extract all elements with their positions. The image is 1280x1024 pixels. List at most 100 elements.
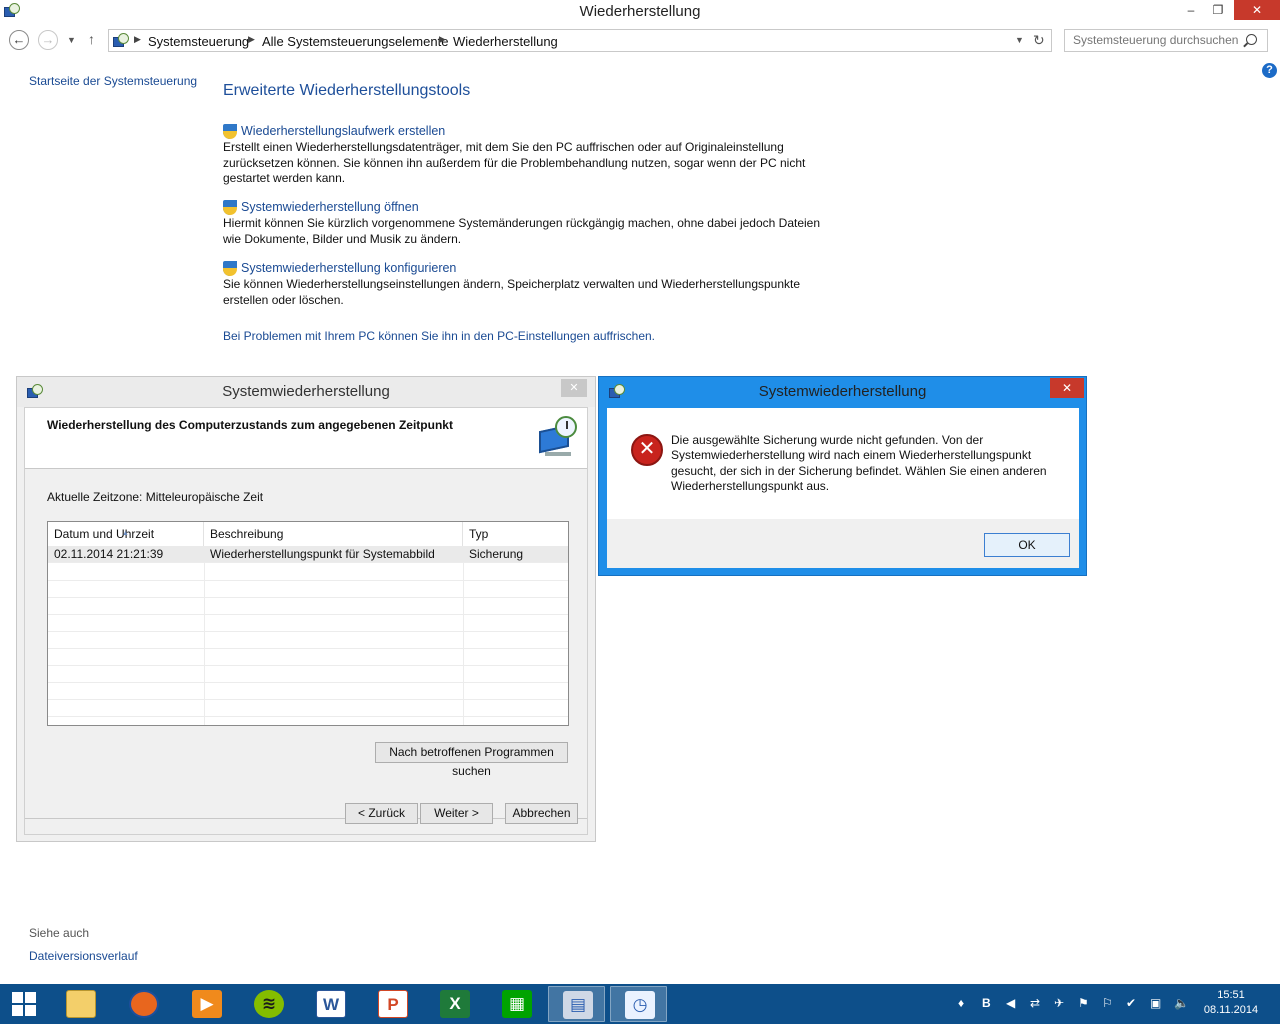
empty-table-row [48, 666, 568, 683]
windows-start-icon[interactable] [0, 984, 48, 1024]
configure-system-restore-description: Sie können Wiederherstellungseinstellung… [223, 277, 801, 307]
spotify-icon[interactable]: ≋ [240, 986, 297, 1022]
sort-ascending-icon: ▲ [122, 530, 129, 537]
empty-table-row [48, 615, 568, 632]
error-dialog-footer: OK [607, 519, 1079, 568]
tray-airplane-icon[interactable]: ✈ [1054, 996, 1064, 1010]
clock-time: 15:51 [1217, 989, 1245, 1001]
create-recovery-drive-link[interactable]: Wiederherstellungslaufwerk erstellen [241, 124, 445, 138]
tray-teamviewer-icon[interactable]: ⇄ [1030, 996, 1040, 1010]
empty-table-row [48, 632, 568, 649]
search-box [1064, 29, 1268, 52]
word-icon[interactable]: W [302, 986, 359, 1022]
uac-shield-icon [223, 200, 237, 215]
control-panel-icon [113, 33, 129, 49]
media-player-icon[interactable]: ▶ [178, 986, 235, 1022]
taskbar: ▶ ≋ W P X ▦ ▤ ◷ ♦ B ◀ ⇄ ✈ ⚑ ⚐ ✔ ▣ 🔈 15:5… [0, 984, 1280, 1024]
refresh-icon[interactable]: ↻ [1033, 32, 1045, 49]
excel-icon[interactable]: X [426, 986, 483, 1022]
breadcrumb-all-items[interactable]: Alle Systemsteuerungselemente [262, 34, 448, 49]
back-button[interactable]: < Zurück [345, 803, 418, 824]
clock-date: 08.11.2014 [1203, 1004, 1259, 1016]
restore-points-table: Datum und Uhrzeit ▲ Beschreibung Typ 02.1… [47, 521, 569, 726]
next-button[interactable]: Weiter > [420, 803, 493, 824]
tray-flag-color-icon[interactable]: ⚑ [1078, 996, 1089, 1010]
timezone-label: Aktuelle Zeitzone: Mitteleuropäische Zei… [47, 490, 264, 504]
error-dialog-title: Systemwiederherstellung [758, 383, 927, 400]
taskbar-clock[interactable]: 15:51 08.11.2014 [1196, 988, 1266, 1018]
search-input[interactable] [1073, 33, 1243, 47]
minimize-button[interactable]: – [1180, 0, 1202, 20]
dialog-heading: Wiederherstellung des Computerzustands z… [47, 418, 453, 432]
tray-app-icon[interactable]: ♦ [958, 996, 964, 1010]
row-description: Wiederherstellungspunkt für Systemabbild [210, 547, 435, 561]
dialog-title-bar: Systemwiederherstellung ✕ [17, 377, 595, 407]
network-icon[interactable]: ▣ [1150, 996, 1161, 1010]
close-button[interactable]: ✕ [1234, 0, 1280, 20]
window-title: Wiederherstellung [579, 3, 701, 20]
create-recovery-drive-description: Erstellt einen Wiederherstellungsdatentr… [223, 140, 806, 185]
empty-table-row [48, 598, 568, 615]
empty-table-row [48, 564, 568, 581]
open-system-restore-description: Hiermit können Sie kürzlich vorgenommene… [223, 216, 821, 246]
powerpoint-icon[interactable]: P [364, 986, 421, 1022]
address-bar[interactable]: ▶ Systemsteuerung ▶ Alle Systemsteuerung… [108, 29, 1052, 52]
action-center-flag-icon[interactable]: ⚐ [1102, 996, 1113, 1010]
refresh-pc-link[interactable]: Bei Problemen mit Ihrem PC können Sie ih… [223, 329, 655, 343]
empty-table-row [48, 581, 568, 598]
file-history-link[interactable]: Dateiversionsverlauf [29, 949, 138, 963]
address-dropdown-icon[interactable]: ▼ [1015, 35, 1024, 45]
column-header-type[interactable]: Typ [463, 522, 568, 546]
see-also-heading: Siehe auch [29, 926, 90, 940]
empty-table-row [48, 700, 568, 717]
back-arrow-icon[interactable]: ← [9, 30, 29, 50]
volume-icon[interactable]: 🔈 [1174, 996, 1189, 1010]
control-panel-taskbar-icon[interactable]: ▤ [548, 986, 605, 1022]
ok-button[interactable]: OK [984, 533, 1070, 557]
error-dialog-body: ✕ Die ausgewählte Sicherung wurde nicht … [607, 408, 1079, 519]
footer-divider [25, 818, 587, 819]
system-restore-taskbar-icon[interactable]: ◷ [610, 986, 667, 1022]
error-icon: ✕ [631, 434, 663, 466]
empty-table-row [48, 649, 568, 666]
tray-b-icon[interactable]: B [982, 996, 991, 1010]
page-title: Erweiterte Wiederherstellungstools [223, 82, 471, 99]
tray-speaker-mute-icon[interactable]: ◀ [1006, 996, 1015, 1010]
control-panel-home-link[interactable]: Startseite der Systemsteuerung [29, 74, 197, 88]
breadcrumb-separator-icon[interactable]: ▶ [439, 34, 446, 45]
recent-pages-chevron-icon[interactable]: ▼ [67, 35, 76, 45]
up-arrow-icon[interactable]: ↑ [88, 31, 95, 47]
error-dialog: Systemwiederherstellung ✕ ✕ Die ausgewäh… [598, 376, 1087, 576]
tray-security-icon[interactable]: ✔ [1126, 996, 1136, 1010]
breadcrumb-separator-icon[interactable]: ▶ [134, 34, 141, 45]
help-icon[interactable]: ? [1262, 63, 1277, 78]
dialog-header: Wiederherstellung des Computerzustands z… [25, 408, 587, 469]
title-bar: Wiederherstellung – ❐ ✕ [0, 0, 1280, 24]
restore-button[interactable]: ❐ [1206, 0, 1230, 20]
column-header-date[interactable]: Datum und Uhrzeit ▲ [48, 522, 204, 546]
breadcrumb-recovery[interactable]: Wiederherstellung [453, 34, 558, 49]
breadcrumb-control-panel[interactable]: Systemsteuerung [148, 34, 249, 49]
error-message: Die ausgewählte Sicherung wurde nicht ge… [671, 433, 1047, 493]
file-explorer-icon[interactable] [52, 986, 109, 1022]
table-row[interactable]: 02.11.2014 21:21:39 Wiederherstellungspu… [48, 546, 568, 563]
row-type: Sicherung [469, 547, 524, 561]
navigation-bar: ← → ▼ ↑ ▶ Systemsteuerung ▶ Alle Systems… [0, 28, 1280, 54]
dialog-close-button[interactable]: ✕ [561, 379, 587, 397]
search-icon[interactable] [1246, 34, 1257, 45]
configure-system-restore-link[interactable]: Systemwiederherstellung konfigurieren [241, 261, 456, 275]
system-restore-dialog: Systemwiederherstellung ✕ Wiederherstell… [16, 376, 596, 842]
column-header-description[interactable]: Beschreibung [204, 522, 463, 546]
error-dialog-close-button[interactable]: ✕ [1050, 378, 1084, 398]
breadcrumb-separator-icon[interactable]: ▶ [248, 34, 255, 45]
forward-arrow-icon[interactable]: → [38, 30, 58, 50]
restore-monitor-icon [537, 414, 581, 458]
scan-affected-programs-button[interactable]: Nach betroffenen Programmen suchen [375, 742, 568, 778]
store-icon[interactable]: ▦ [488, 986, 545, 1022]
cancel-button[interactable]: Abbrechen [505, 803, 578, 824]
dialog-body: Wiederherstellung des Computerzustands z… [24, 407, 588, 835]
column-header-date-label: Datum und Uhrzeit [54, 527, 155, 541]
firefox-icon[interactable] [115, 986, 172, 1022]
uac-shield-icon [223, 124, 237, 139]
open-system-restore-link[interactable]: Systemwiederherstellung öffnen [241, 200, 419, 214]
